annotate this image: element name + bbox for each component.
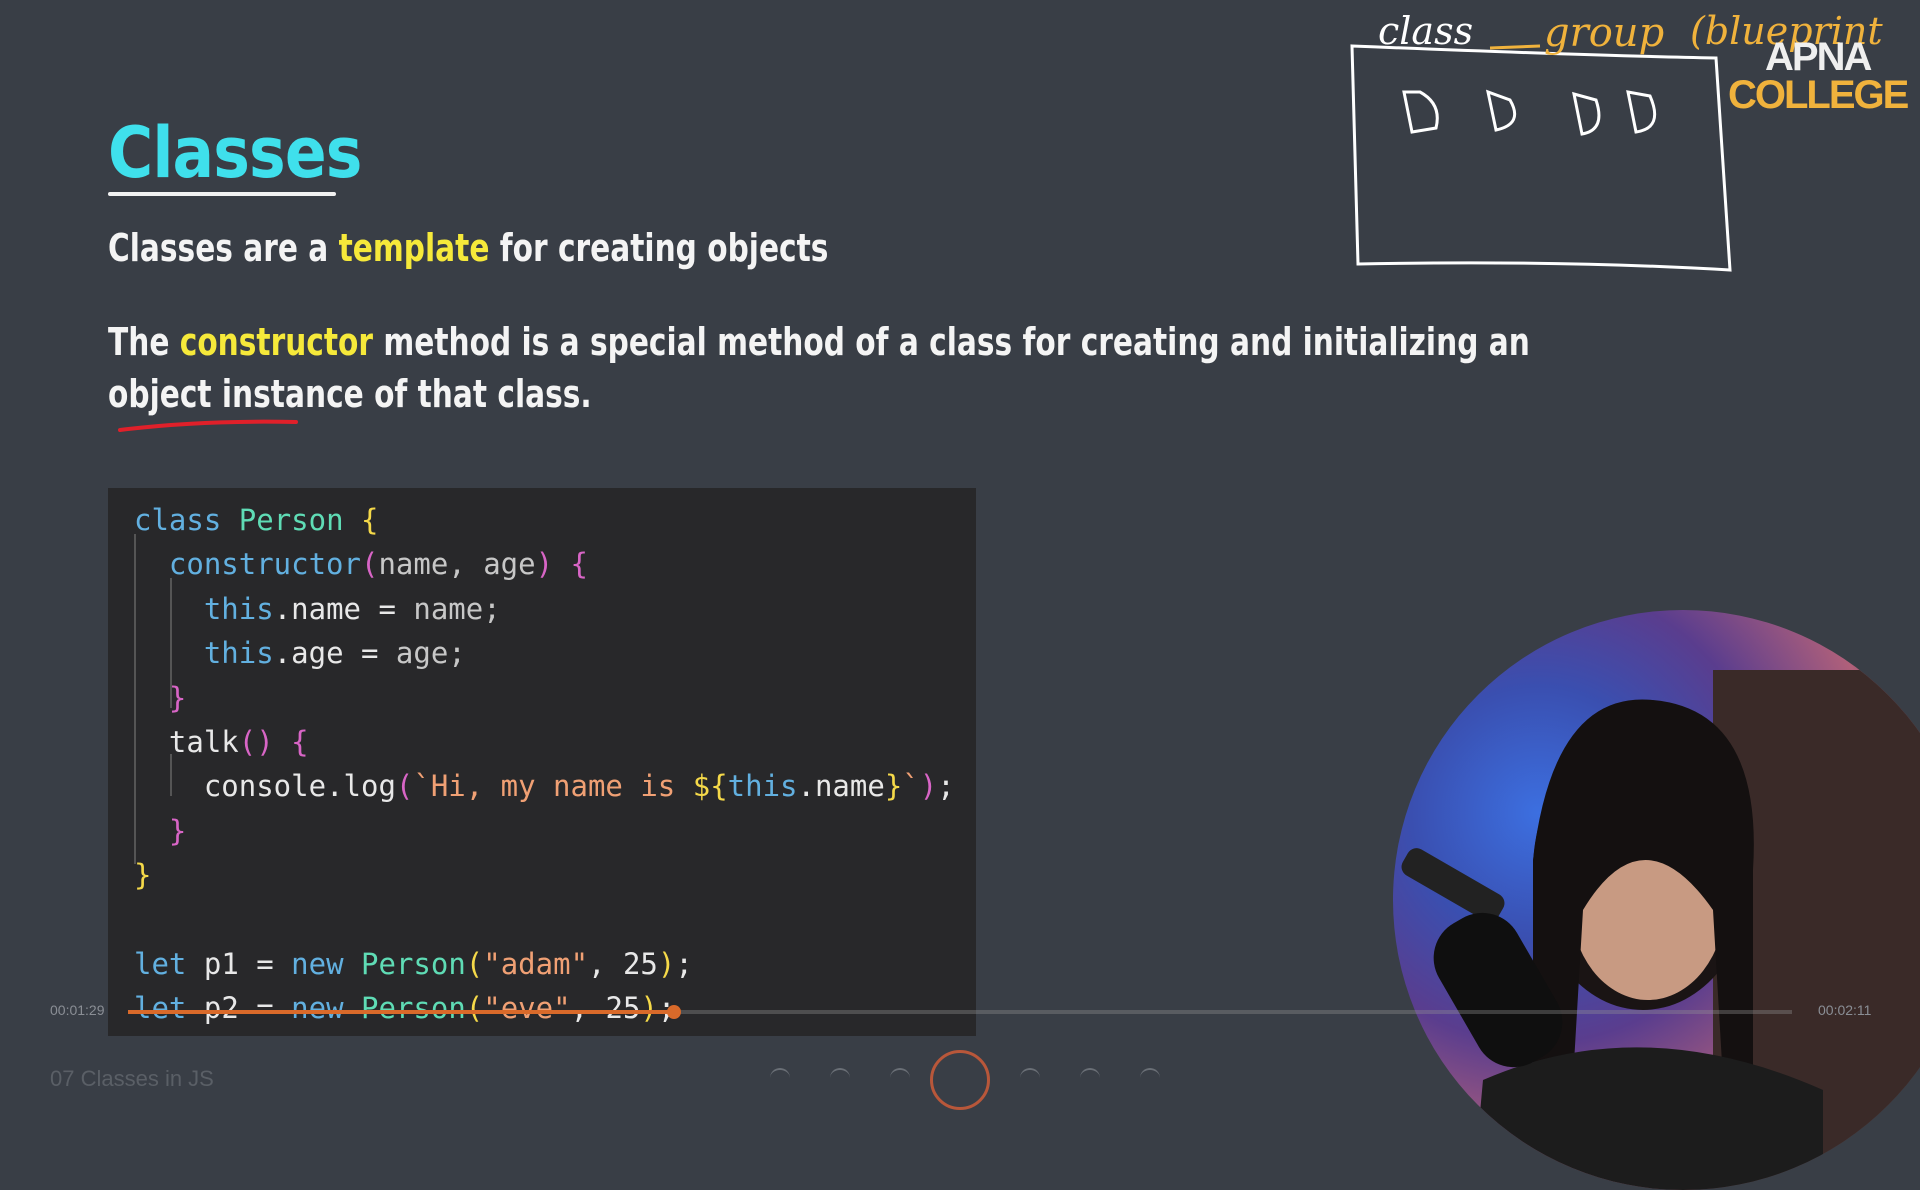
code-line: talk() {: [168, 725, 309, 760]
red-underline: [118, 419, 298, 432]
sketch-object-2: [1485, 89, 1517, 132]
code-line: class Person {: [134, 503, 379, 537]
code-line: }: [168, 813, 187, 848]
code-line: }: [134, 858, 152, 893]
sketch-box: [1350, 44, 1732, 272]
code-line: let p2 = new Person("eve", 25);: [134, 991, 675, 1026]
annotation-word-1: class: [1378, 9, 1473, 53]
code-line: constructor(name, age) {: [168, 547, 588, 582]
slide: Classes Classes are a template for creat…: [0, 0, 1920, 1190]
code-line: let p1 = new Person("adam", 25);: [134, 947, 693, 982]
code-line: console.log(`Hi, my name is ${this.name}…: [203, 769, 955, 804]
progress-track[interactable]: [128, 1005, 1792, 1019]
progress-knob[interactable]: [666, 1005, 681, 1019]
brand-logo: APNA COLLEGE: [1728, 35, 1909, 117]
code-text: class Person { constructor(name, age) { …: [134, 498, 955, 1031]
code-block: class Person { constructor(name, age) { …: [108, 488, 976, 1036]
progress-fill: [128, 1010, 674, 1014]
video-title: 07 Classes in JS: [50, 1066, 214, 1091]
code-line: }: [168, 680, 187, 715]
code-line: this.age = age;: [203, 636, 466, 671]
time-current: 00:01:29: [50, 1002, 105, 1018]
sketch-object-1: [1402, 90, 1439, 134]
sketch-object-4: [1626, 90, 1657, 134]
sketch-dash: [1489, 44, 1541, 50]
code-line: this.name = name;: [203, 591, 501, 626]
logo-line-1: APNA: [1765, 35, 1872, 79]
time-total: 00:02:11: [1818, 1002, 1872, 1018]
pause-button[interactable]: [930, 1050, 990, 1110]
sketch-object-3: [1572, 91, 1601, 136]
annotation-word-2: group: [1544, 10, 1664, 56]
logo-line-2: COLLEGE: [1728, 73, 1909, 117]
